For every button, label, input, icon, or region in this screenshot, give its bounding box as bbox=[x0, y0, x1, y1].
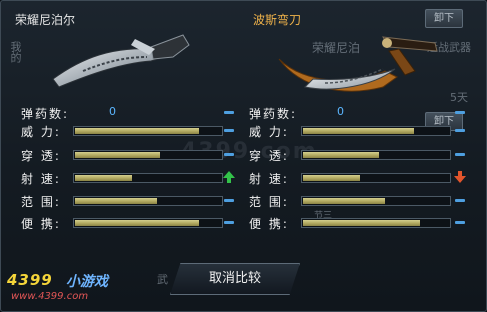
stat-label: 穿 透: bbox=[249, 149, 289, 163]
stat-label: 便 携: bbox=[21, 217, 61, 231]
stat-bar bbox=[73, 126, 223, 136]
right-stat-portability: 便 携: bbox=[249, 215, 454, 233]
left-compare-firerate-up-arrow-icon bbox=[223, 171, 235, 183]
stat-label: 范 围: bbox=[249, 195, 289, 209]
left-compare-portability-equal-icon bbox=[224, 221, 234, 224]
stat-bar bbox=[73, 196, 223, 206]
stat-bar-fill bbox=[303, 198, 385, 204]
left-weapon-name: 荣耀尼泊尔 bbox=[15, 13, 76, 27]
stat-label: 威 力: bbox=[21, 125, 61, 139]
stat-bar-fill bbox=[75, 152, 160, 158]
right-stat-power: 威 力: bbox=[249, 123, 454, 141]
stat-bar-fill bbox=[75, 175, 132, 181]
right-stat-penetration: 穿 透: bbox=[249, 147, 454, 165]
left-weapon-image bbox=[52, 34, 190, 88]
right-stat-ammo: 弹药数: 0 bbox=[249, 105, 454, 123]
stat-label: 穿 透: bbox=[21, 149, 61, 163]
stat-bar bbox=[301, 173, 451, 183]
background-tab-label: 武 bbox=[157, 273, 168, 286]
stat-bar-fill bbox=[303, 128, 414, 134]
stat-bar-fill bbox=[75, 220, 200, 226]
left-stat-range: 范 围: bbox=[21, 193, 226, 211]
stat-bar bbox=[73, 173, 223, 183]
stat-bar bbox=[301, 196, 451, 206]
stat-label: 弹药数: bbox=[249, 107, 298, 121]
left-compare-power-equal-icon bbox=[224, 129, 234, 132]
right-weapon-panel: 波斯弯刀 bbox=[245, 7, 478, 99]
left-stat-portability: 便 携: bbox=[21, 215, 226, 233]
stat-bar bbox=[301, 150, 451, 160]
brand-url: www.4399.com bbox=[11, 291, 89, 302]
right-compare-range-equal-icon bbox=[455, 199, 465, 202]
right-compare-penetration-equal-icon bbox=[455, 153, 465, 156]
cancel-compare-button[interactable]: 取消比较 bbox=[170, 263, 300, 295]
left-compare-ammo-equal-icon bbox=[224, 111, 234, 114]
stat-label: 射 速: bbox=[21, 172, 61, 186]
left-compare-range-equal-icon bbox=[224, 199, 234, 202]
stat-bar-fill bbox=[75, 128, 200, 134]
stat-bar-fill bbox=[303, 220, 420, 226]
right-stat-range: 范 围: bbox=[249, 193, 454, 211]
brand-subtitle: 小游戏 bbox=[66, 274, 108, 290]
stat-bar-fill bbox=[303, 152, 379, 158]
stat-bar-fill bbox=[75, 198, 157, 204]
stat-bar bbox=[301, 218, 451, 228]
left-stat-firerate: 射 速: bbox=[21, 170, 226, 188]
stat-bar bbox=[73, 218, 223, 228]
right-compare-portability-equal-icon bbox=[455, 221, 465, 224]
ammo-value: 0 bbox=[109, 105, 116, 118]
left-stat-ammo: 弹药数: 0 bbox=[21, 105, 226, 123]
left-stat-power: 威 力: bbox=[21, 123, 226, 141]
stat-bar-fill bbox=[303, 175, 360, 181]
stat-label: 弹药数: bbox=[21, 107, 70, 121]
stat-label: 威 力: bbox=[249, 125, 289, 139]
left-weapon-panel: 荣耀尼泊尔 bbox=[7, 7, 240, 99]
ammo-value: 0 bbox=[337, 105, 344, 118]
right-stat-firerate: 射 速: bbox=[249, 170, 454, 188]
stat-label: 范 围: bbox=[21, 195, 61, 209]
stat-bar bbox=[73, 150, 223, 160]
stat-label: 射 速: bbox=[249, 172, 289, 186]
right-compare-power-equal-icon bbox=[455, 129, 465, 132]
right-compare-ammo-equal-icon bbox=[455, 111, 465, 114]
stat-label: 便 携: bbox=[249, 217, 289, 231]
left-stat-penetration: 穿 透: bbox=[21, 147, 226, 165]
right-compare-firerate-down-arrow-icon bbox=[454, 171, 466, 183]
compare-dialog: 我的 卸下 荣耀尼泊 近战武器 5天 卸下 节三 武 4399.com 荣耀尼泊… bbox=[0, 0, 487, 312]
left-compare-penetration-equal-icon bbox=[224, 153, 234, 156]
stat-bar bbox=[301, 126, 451, 136]
right-weapon-image bbox=[278, 36, 438, 92]
brand-logo: 4399 bbox=[7, 271, 53, 289]
